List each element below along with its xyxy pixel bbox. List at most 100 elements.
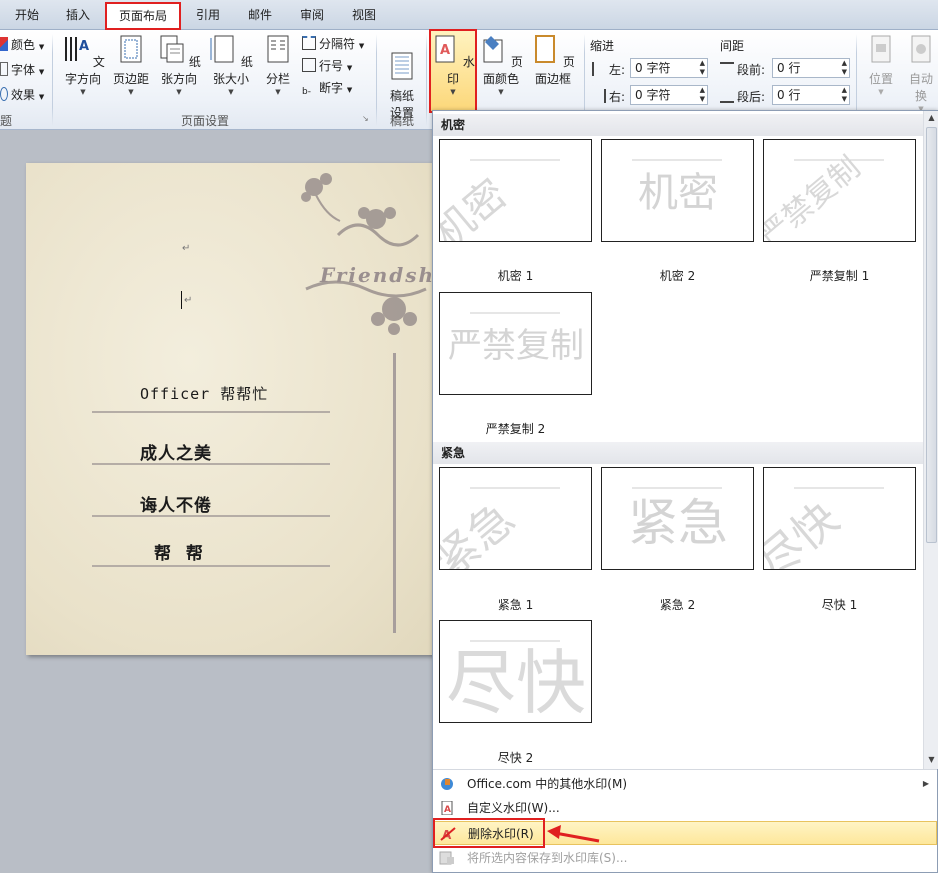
gallery-section-confidential: 机密 bbox=[433, 114, 923, 136]
svg-text:尽快: 尽快 bbox=[446, 642, 586, 723]
doc-line-3[interactable]: 诲人不倦 bbox=[140, 491, 212, 516]
underline-rule bbox=[92, 565, 330, 567]
theme-fonts-button[interactable]: 字体 ▼ bbox=[0, 61, 44, 78]
gallery-scrollbar[interactable]: ▲ ▼ bbox=[923, 111, 938, 769]
underline-rule bbox=[92, 411, 330, 413]
indent-left-icon bbox=[592, 62, 606, 76]
theme-colors-button[interactable]: 颜色 ▼ bbox=[0, 36, 44, 53]
watermark-label: 尽快 1 bbox=[821, 598, 858, 612]
margins-button[interactable]: 页边距 ▼ bbox=[110, 34, 152, 96]
doc-line-2[interactable]: 成人之美 bbox=[140, 439, 212, 464]
spinner-arrows-icon[interactable]: ▲ ▼ bbox=[700, 86, 705, 104]
page-border-icon bbox=[535, 35, 556, 63]
line-numbers-button[interactable]: 行号 ▼ bbox=[302, 57, 352, 74]
underline-rule bbox=[92, 515, 330, 517]
watermark-thumb-urgent-2[interactable]: 紧急 bbox=[601, 467, 754, 570]
columns-icon bbox=[267, 35, 289, 63]
scroll-up-icon[interactable]: ▲ bbox=[925, 111, 938, 125]
save-to-gallery-menu-item[interactable]: 将所选内容保存到水印库(S)... bbox=[433, 846, 937, 870]
size-button[interactable]: 纸张大小 ▼ bbox=[206, 34, 256, 96]
spacing-before-input[interactable]: 0 行 ▲ ▼ bbox=[772, 58, 850, 78]
text-direction-button[interactable]: A 文字方向 ▼ bbox=[58, 34, 108, 96]
position-button[interactable]: 位置 ▼ bbox=[862, 34, 900, 96]
watermark-thumb-confidential-2[interactable]: 机密 bbox=[601, 139, 754, 242]
ribbon-tab-bar: 开始 插入 页面布局 引用 邮件 审阅 视图 bbox=[0, 0, 938, 30]
theme-fonts-label: 字体 bbox=[11, 63, 36, 77]
watermark-preview-diagonal: 尽快 bbox=[764, 487, 884, 569]
text-direction-icon: A bbox=[65, 37, 89, 61]
columns-button[interactable]: 分栏 ▼ bbox=[258, 34, 298, 96]
watermark-preview-diagonal: 严禁复制 bbox=[764, 150, 884, 241]
more-watermarks-label: Office.com 中的其他水印(M) bbox=[467, 777, 628, 791]
tab-home[interactable]: 开始 bbox=[6, 3, 48, 29]
indent-right-input[interactable]: 0 字符 ▲ ▼ bbox=[630, 85, 708, 105]
paragraph-mark: ↵ bbox=[184, 295, 193, 306]
watermark-preview-horizontal: 机密 bbox=[632, 159, 722, 216]
spinner-arrows-icon[interactable]: ▲ ▼ bbox=[842, 86, 847, 104]
indent-left-input[interactable]: 0 字符 ▲ ▼ bbox=[630, 58, 708, 78]
office-globe-icon bbox=[441, 778, 453, 790]
wrap-text-button[interactable]: 自动换 ▼ bbox=[904, 34, 938, 113]
hyphenation-button[interactable]: b- 断字 ▼ bbox=[302, 79, 352, 99]
tab-references[interactable]: 引用 bbox=[186, 3, 230, 29]
tab-review[interactable]: 审阅 bbox=[290, 3, 334, 29]
watermark-thumb-no-copy-1[interactable]: 严禁复制 bbox=[763, 139, 916, 242]
spacing-before-label: 段前: bbox=[720, 61, 765, 78]
dialog-launcher-icon[interactable]: ↘ bbox=[362, 114, 369, 123]
custom-watermark-icon: A bbox=[441, 801, 453, 815]
tab-view[interactable]: 视图 bbox=[342, 3, 386, 29]
orientation-button[interactable]: 纸张方向 ▼ bbox=[154, 34, 204, 96]
watermark-thumb-no-copy-2[interactable]: 严禁复制 bbox=[439, 292, 592, 395]
position-icon bbox=[871, 35, 891, 63]
watermark-label: 尽快 2 bbox=[497, 751, 534, 765]
indent-right-label: 右: bbox=[592, 88, 625, 105]
svg-text:A: A bbox=[440, 43, 450, 58]
custom-watermark-menu-item[interactable]: A 自定义水印(W)... bbox=[433, 796, 937, 820]
tab-mailings[interactable]: 邮件 bbox=[238, 3, 282, 29]
group-separator bbox=[376, 34, 377, 126]
doc-line-4[interactable]: 帮 帮 bbox=[154, 539, 204, 564]
theme-effects-button[interactable]: 效果 ▼ bbox=[0, 86, 44, 103]
hyphenation-label: 断字 bbox=[319, 81, 344, 95]
more-watermarks-office-menu-item[interactable]: Office.com 中的其他水印(M) ▶ bbox=[433, 772, 937, 796]
watermark-thumb-urgent-1[interactable]: 紧急 bbox=[439, 467, 592, 570]
spinner-arrows-icon[interactable]: ▲ ▼ bbox=[842, 59, 847, 77]
page-setup-group-label: 页面设置 bbox=[180, 114, 229, 128]
page-color-button[interactable]: 页面颜色 ▼ bbox=[476, 34, 526, 96]
breaks-button[interactable]: 分隔符 ▼ bbox=[302, 35, 364, 52]
indent-right-value: 0 字符 bbox=[635, 88, 671, 102]
spacing-before-text: 段前: bbox=[737, 63, 766, 77]
indent-title: 缩进 bbox=[590, 39, 615, 53]
watermark-button[interactable]: A 水印 ▼ bbox=[429, 29, 477, 113]
spacing-after-input[interactable]: 0 行 ▲ ▼ bbox=[772, 85, 850, 105]
draft-paper-button[interactable]: 稿纸 设置 bbox=[382, 34, 422, 122]
tab-insert[interactable]: 插入 bbox=[56, 3, 100, 29]
watermark-thumb-asap-1[interactable]: 尽快 bbox=[763, 467, 916, 570]
group-separator bbox=[52, 34, 53, 126]
scrollbar-thumb[interactable] bbox=[926, 127, 937, 543]
document-area[interactable]: Friendsh ↵ ↵ Officer 帮帮忙 成人之美 诲人不倦 帮 帮 bbox=[0, 131, 434, 873]
watermark-thumb-asap-2[interactable]: 尽快 bbox=[439, 620, 592, 723]
menu-divider bbox=[433, 769, 937, 770]
spinner-arrows-icon[interactable]: ▲ ▼ bbox=[700, 59, 705, 77]
fonts-icon bbox=[0, 62, 8, 76]
indent-right-icon bbox=[592, 89, 606, 103]
svg-text:紧急: 紧急 bbox=[628, 494, 728, 552]
indent-left-label: 左: bbox=[592, 61, 625, 78]
watermark-label: 严禁复制 1 bbox=[809, 269, 870, 283]
breaks-icon bbox=[302, 36, 316, 50]
watermark-icon: A bbox=[435, 35, 455, 63]
text-cursor bbox=[181, 291, 182, 309]
watermark-label: 机密 1 bbox=[497, 269, 534, 283]
wrap-text-icon bbox=[911, 35, 931, 63]
indent-right-text: 右: bbox=[609, 90, 626, 104]
watermark-preview-diagonal: 机密 bbox=[440, 159, 560, 241]
page-borders-button[interactable]: 页面边框 bbox=[528, 34, 578, 88]
scroll-down-icon[interactable]: ▼ bbox=[925, 753, 938, 767]
vertical-divider-line bbox=[393, 353, 396, 633]
document-page[interactable]: Friendsh ↵ ↵ Officer 帮帮忙 成人之美 诲人不倦 帮 帮 bbox=[26, 163, 434, 655]
watermark-thumb-confidential-1[interactable]: 机密 bbox=[439, 139, 592, 242]
draft-group-label: 稿纸 bbox=[389, 114, 414, 128]
tab-page-layout[interactable]: 页面布局 bbox=[105, 2, 181, 30]
doc-line-1[interactable]: Officer 帮帮忙 bbox=[140, 383, 268, 404]
